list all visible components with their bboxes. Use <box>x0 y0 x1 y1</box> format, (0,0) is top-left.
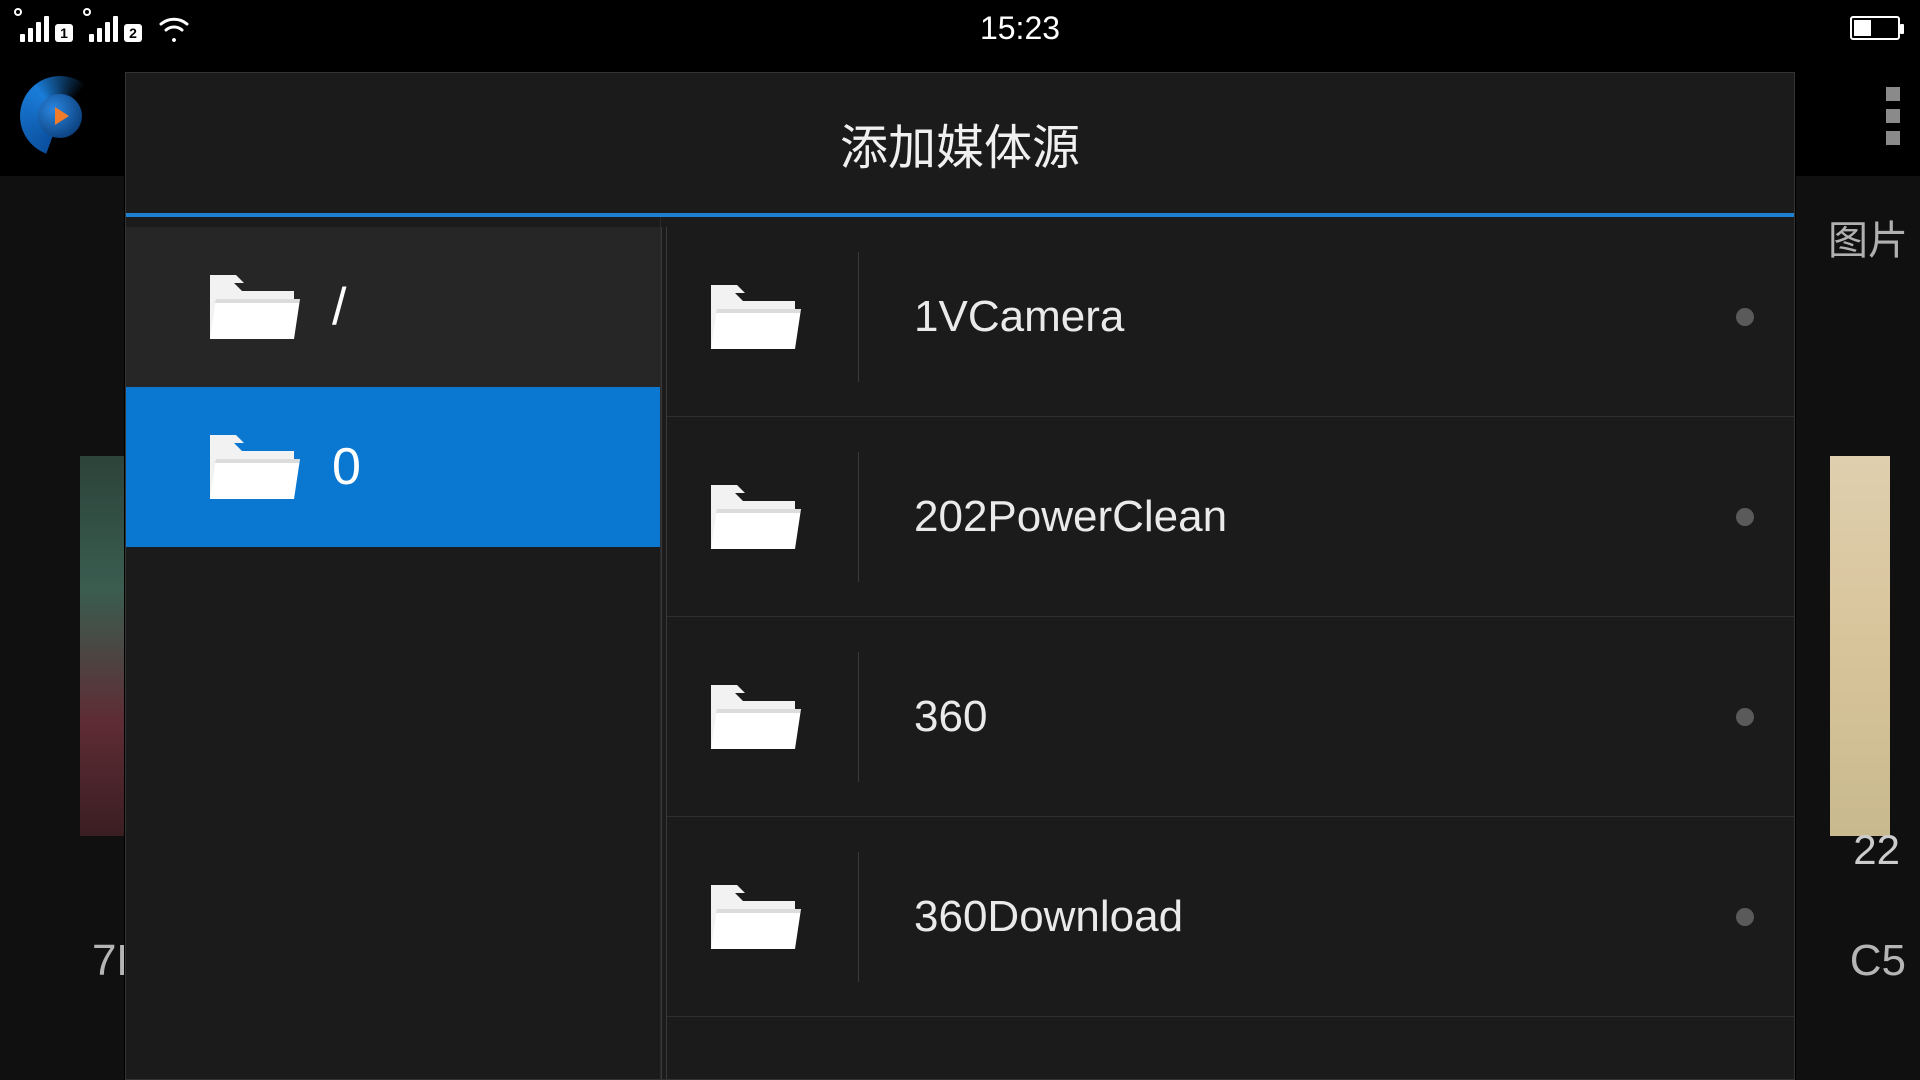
folder-row[interactable]: 1VCamera <box>667 217 1794 417</box>
path-item-label: / <box>332 277 346 337</box>
wifi-icon <box>158 16 190 40</box>
app-logo-icon <box>20 76 100 156</box>
folder-list[interactable]: 1VCamera 202PowerClean 360 360Download <box>667 217 1794 1079</box>
select-radio[interactable] <box>1736 708 1754 726</box>
folder-row[interactable]: 202PowerClean <box>667 417 1794 617</box>
folder-name: 360Download <box>914 892 1706 942</box>
status-bar: 1 2 15:23 <box>0 0 1920 56</box>
overflow-menu-icon[interactable] <box>1886 87 1900 145</box>
background-caption-right: C5 <box>1850 936 1906 986</box>
select-radio[interactable] <box>1736 908 1754 926</box>
folder-icon <box>707 479 803 555</box>
row-divider <box>858 652 859 782</box>
tab-images[interactable]: 图片 <box>1828 208 1908 266</box>
background-thumbnail-right <box>1830 456 1890 836</box>
add-media-source-dialog: 添加媒体源 / 0 1VCamera <box>125 72 1795 1080</box>
background-thumbnail-right-timestamp: 22 <box>1853 826 1900 874</box>
folder-icon <box>206 269 302 345</box>
folder-icon <box>206 429 302 505</box>
signal-sim1-icon: 1 <box>20 14 73 42</box>
path-panel: / 0 <box>126 217 661 1079</box>
row-divider <box>858 452 859 582</box>
path-item-label: 0 <box>332 437 361 497</box>
folder-icon <box>707 879 803 955</box>
status-clock: 15:23 <box>980 10 1060 47</box>
folder-name: 202PowerClean <box>914 492 1706 542</box>
select-radio[interactable] <box>1736 308 1754 326</box>
row-divider <box>858 852 859 982</box>
path-item-root[interactable]: / <box>126 227 660 387</box>
dialog-title: 添加媒体源 <box>126 73 1794 213</box>
signal-sim2-icon: 2 <box>89 14 142 42</box>
folder-row[interactable]: 360 <box>667 617 1794 817</box>
folder-icon <box>707 279 803 355</box>
folder-icon <box>707 679 803 755</box>
folder-row[interactable]: 360Download <box>667 817 1794 1017</box>
sim1-badge: 1 <box>55 24 73 42</box>
panel-divider <box>661 217 667 1079</box>
path-item-current[interactable]: 0 <box>126 387 660 547</box>
folder-name: 1VCamera <box>914 292 1706 342</box>
folder-name: 360 <box>914 692 1706 742</box>
sim2-badge: 2 <box>124 24 142 42</box>
battery-icon <box>1850 16 1900 40</box>
select-radio[interactable] <box>1736 508 1754 526</box>
row-divider <box>858 252 859 382</box>
